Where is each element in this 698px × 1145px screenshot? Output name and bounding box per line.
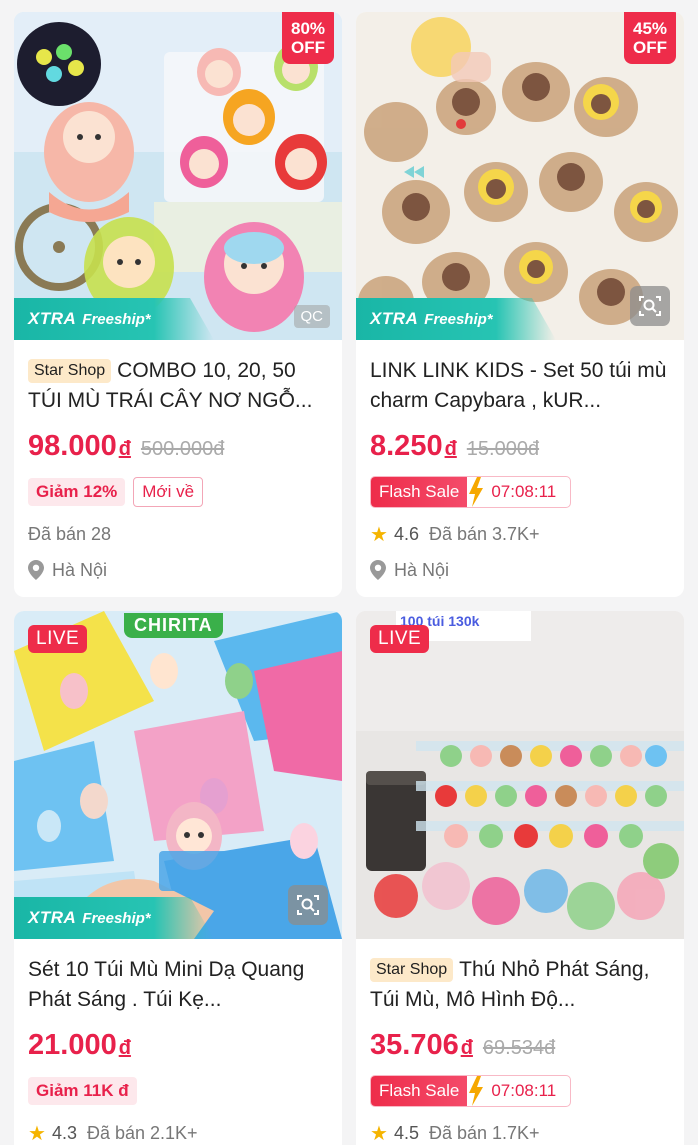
product-image[interactable]: 45% OFF XTRA Freeship*: [356, 12, 684, 340]
product-grid: 80% OFF XTRA Freeship* QC Star Shop COMBO…: [14, 12, 684, 1145]
flash-sale-badge: Flash Sale 07:08:11: [370, 1075, 572, 1107]
freeship-label: Freeship*: [82, 909, 151, 927]
xtra-label: XTRA: [370, 309, 419, 328]
xtra-freeship-banner: XTRA Freeship*: [356, 298, 556, 340]
location-row: Hà Nội: [370, 556, 670, 584]
currency-symbol: đ: [460, 1037, 473, 1059]
xtra-label: XTRA: [28, 309, 77, 328]
product-title[interactable]: Star Shop Thú Nhỏ Phát Sáng, Túi Mù, Mô H…: [370, 955, 670, 1015]
location-text: Hà Nội: [52, 559, 108, 580]
freeship-label: Freeship*: [424, 310, 493, 328]
sold-count: Đã bán 28: [28, 523, 112, 544]
lightning-icon: [467, 477, 486, 507]
discount-off-label: OFF: [291, 38, 325, 57]
location-pin-icon: [370, 560, 386, 580]
rating-sold-row: ★ 4.6 Đã bán 3.7K+: [370, 520, 670, 548]
currency-symbol: đ: [118, 1037, 131, 1059]
price: 98.000 đ: [28, 430, 131, 463]
xtra-freeship-banner: XTRA Freeship*: [14, 897, 214, 939]
price-value: 35.706: [370, 1029, 459, 1061]
product-title[interactable]: Star Shop COMBO 10, 20, 50 TÚI MÙ TRÁI CÂ…: [28, 356, 328, 416]
flash-sale-label: Flash Sale: [371, 1076, 468, 1106]
rating-sold-row: ★ 4.5 Đã bán 1.7K+: [370, 1119, 670, 1145]
image-search-button[interactable]: [630, 286, 670, 326]
sold-count: Đã bán 1.7K+: [428, 1122, 540, 1143]
discount-percent: 80%: [290, 19, 326, 38]
rating-value: 4.3: [51, 1122, 77, 1143]
image-search-icon: [639, 296, 661, 316]
flash-sale-timer: 07:08:11: [491, 482, 557, 501]
freeship-label: Freeship*: [82, 310, 151, 328]
product-title[interactable]: LINK LINK KIDS - Set 50 túi mù charm Cap…: [370, 356, 670, 416]
product-card[interactable]: 100 túi 130k LIVE Star Shop Thú Nhỏ Phát …: [356, 611, 684, 1145]
product-image[interactable]: 80% OFF XTRA Freeship* QC: [14, 12, 342, 340]
star-icon: ★: [370, 1122, 388, 1145]
star-shop-badge: Star Shop: [370, 958, 454, 982]
xtra-freeship-banner: XTRA Freeship*: [14, 298, 214, 340]
currency-symbol: đ: [444, 438, 457, 460]
discount-badge: 80% OFF: [282, 12, 334, 64]
flash-sale-label: Flash Sale: [371, 477, 468, 507]
original-price: 69.534đ: [482, 1037, 556, 1059]
xtra-label: XTRA: [28, 908, 77, 927]
discount-percent: 45%: [632, 19, 668, 38]
location-row: Hà Nội: [28, 556, 328, 584]
product-title[interactable]: Sét 10 Túi Mù Mini Dạ Quang Phát Sáng . …: [28, 955, 328, 1015]
rating-sold-row: ★ 4.3 Đã bán 2.1K+: [28, 1119, 328, 1145]
product-card[interactable]: 45% OFF XTRA Freeship* LINK LINK KIDS - …: [356, 12, 684, 597]
price-row: 8.250 đ 15.000đ: [370, 430, 670, 466]
live-badge: LIVE: [370, 625, 430, 653]
location-text: Hà Nội: [394, 559, 450, 580]
rating-value: 4.5: [393, 1122, 419, 1143]
image-search-icon: [297, 895, 319, 915]
star-shop-badge: Star Shop: [28, 359, 112, 383]
original-price: 15.000đ: [466, 438, 540, 460]
currency-symbol: đ: [118, 438, 131, 460]
brand-label: CHIRITA: [124, 613, 223, 638]
price-row: 21.000 đ: [28, 1029, 328, 1065]
product-photo: [356, 611, 684, 939]
original-price: 500.000đ: [140, 438, 225, 460]
product-card[interactable]: LIVE CHIRITA XTRA Freeship* Sét 10 Túi M…: [14, 611, 342, 1145]
promo-tags: Flash Sale 07:08:11: [370, 1075, 670, 1107]
rating-value: 4.6: [393, 523, 419, 544]
price-value: 98.000: [28, 430, 117, 462]
price-row: 98.000 đ 500.000đ: [28, 430, 328, 466]
ad-label: QC: [293, 305, 330, 328]
image-search-button[interactable]: [288, 885, 328, 925]
promo-tags: Giảm 12% Mới về: [28, 476, 328, 508]
product-image[interactable]: LIVE CHIRITA XTRA Freeship*: [14, 611, 342, 939]
product-image[interactable]: 100 túi 130k LIVE: [356, 611, 684, 939]
discount-tag: Giảm 11K đ: [28, 1077, 137, 1105]
new-arrival-tag: Mới về: [133, 477, 204, 507]
price: 35.706 đ: [370, 1029, 473, 1062]
price: 21.000 đ: [28, 1029, 131, 1062]
price-value: 8.250: [370, 430, 443, 462]
flash-sale-badge: Flash Sale 07:08:11: [370, 476, 572, 508]
price-row: 35.706 đ 69.534đ: [370, 1029, 670, 1065]
promo-tags: Flash Sale 07:08:11: [370, 476, 670, 508]
promo-tags: Giảm 11K đ: [28, 1075, 328, 1107]
discount-off-label: OFF: [633, 38, 667, 57]
star-icon: ★: [370, 523, 388, 546]
lightning-icon: [467, 1076, 486, 1106]
sold-count: Đã bán 2.1K+: [86, 1122, 198, 1143]
flash-sale-timer: 07:08:11: [491, 1081, 557, 1100]
sold-count: Đã bán 3.7K+: [428, 523, 540, 544]
discount-badge: 45% OFF: [624, 12, 676, 64]
discount-tag: Giảm 12%: [28, 478, 126, 506]
live-badge: LIVE: [28, 625, 88, 653]
star-icon: ★: [28, 1122, 46, 1145]
sold-count-row: Đã bán 28: [28, 520, 328, 548]
location-pin-icon: [28, 560, 44, 580]
product-card[interactable]: 80% OFF XTRA Freeship* QC Star Shop COMBO…: [14, 12, 342, 597]
price: 8.250 đ: [370, 430, 457, 463]
price-value: 21.000: [28, 1029, 117, 1061]
